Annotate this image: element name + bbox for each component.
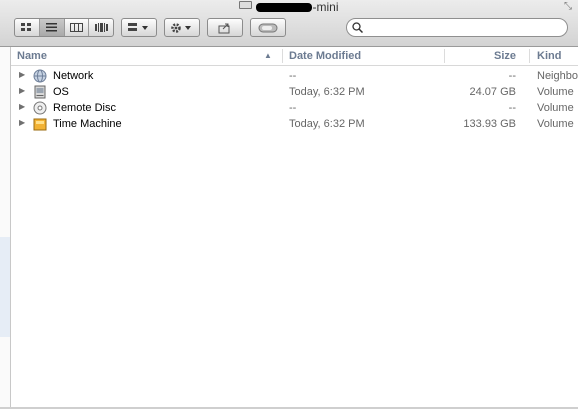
share-icon [218,23,230,33]
item-date: Today, 6:32 PM [289,118,365,130]
icon-view-button[interactable] [15,19,40,36]
coverflow-view-icon [94,23,108,32]
column-divider[interactable] [529,49,530,63]
disclosure-triangle-icon[interactable]: ▶ [19,102,25,111]
sidebar-edge-tint [0,237,10,337]
list-item-network[interactable]: ▶ Network -- -- Neighbo [11,68,578,84]
item-name: Remote Disc [53,102,116,114]
arrange-button[interactable] [121,18,157,37]
arrange-grid-icon [128,23,148,31]
column-header-row: Name ▲ Date Modified Size Kind [11,47,578,66]
list-item-os[interactable]: ▶ OS Today, 6:32 PM 24.07 GB Volume [11,84,578,100]
column-view-icon [69,23,83,32]
drive-title-icon [239,1,253,9]
item-name: Network [53,70,94,82]
column-divider[interactable] [444,49,445,63]
disclosure-triangle-icon[interactable]: ▶ [19,86,25,95]
column-header-name[interactable]: Name [17,50,47,62]
window-title-text: mini [316,0,339,14]
item-date: -- [289,102,297,114]
item-kind: Neighbo [537,70,578,82]
network-globe-icon [33,69,47,83]
sort-ascending-icon: ▲ [264,51,272,60]
column-divider[interactable] [282,49,283,63]
list-item-time-machine[interactable]: ▶ Time Machine Today, 6:32 PM 133.93 GB … [11,116,578,132]
file-list: Name ▲ Date Modified Size Kind ▶ Network… [10,47,578,408]
item-name: Time Machine [53,118,122,130]
toggle-pill-icon [258,23,278,32]
item-size: -- [508,102,516,114]
disclosure-triangle-icon[interactable]: ▶ [19,118,25,127]
item-date: Today, 6:32 PM [289,86,365,98]
window-resize-icon[interactable]: ⤡ [564,1,572,12]
item-size: -- [508,70,516,82]
path-toggle-button[interactable] [250,18,286,37]
search-field[interactable] [346,18,568,37]
column-header-kind[interactable]: Kind [537,50,561,62]
list-view-button[interactable] [39,19,65,36]
action-button[interactable] [164,18,200,37]
gear-icon [171,22,191,33]
item-kind: Volume [537,102,574,114]
item-kind: Volume [537,86,574,98]
item-date: -- [289,70,297,82]
item-size: 24.07 GB [469,86,516,98]
optical-disc-icon [33,101,47,115]
column-header-size[interactable]: Size [451,50,516,62]
item-name: OS [53,86,69,98]
item-size: 133.93 GB [463,118,516,130]
icon-view-icon [21,23,32,31]
list-view-icon [46,23,58,32]
time-machine-drive-icon [33,118,47,131]
coverflow-view-button[interactable] [89,19,113,36]
share-button[interactable] [207,18,243,37]
hard-drive-icon [34,85,46,99]
disclosure-triangle-icon[interactable]: ▶ [19,70,25,79]
window-title: -mini [0,0,578,14]
window-titlebar: -mini ⤡ [0,0,578,47]
view-mode-selector[interactable] [14,18,114,37]
list-item-remote-disc[interactable]: ▶ Remote Disc -- -- Volume [11,100,578,116]
search-input[interactable] [367,20,561,35]
column-view-button[interactable] [65,19,90,36]
sidebar-edge [0,47,10,409]
redacted-title-text [256,3,313,12]
search-icon [352,22,363,33]
column-header-date[interactable]: Date Modified [289,50,361,62]
item-kind: Volume [537,118,574,130]
